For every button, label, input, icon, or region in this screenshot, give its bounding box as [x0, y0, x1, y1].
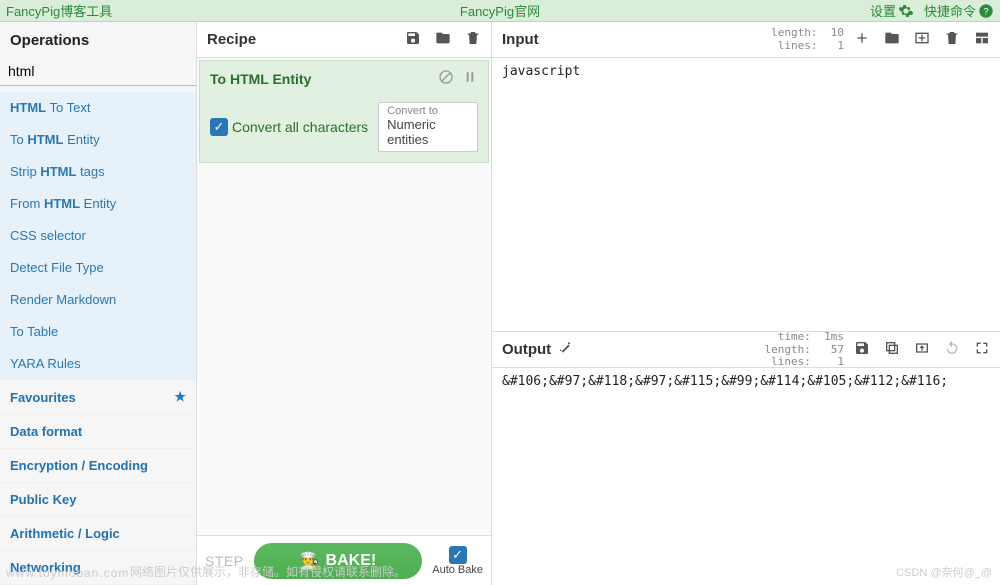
operation-result[interactable]: Render Markdown: [0, 284, 196, 316]
top-bar: FancyPig博客工具 FancyPig官网 设置 快捷命令 ?: [0, 0, 1000, 22]
maximize-icon[interactable]: [974, 340, 990, 359]
category-item[interactable]: Networking: [0, 551, 196, 585]
input-header: Input length: 10 lines: 1: [492, 22, 1000, 58]
io-panel: Input length: 10 lines: 1 javascript Out…: [492, 22, 1000, 585]
category-favourites[interactable]: Favourites ★: [0, 380, 196, 415]
star-icon: ★: [174, 389, 186, 405]
topbar-right: 设置 快捷命令 ?: [870, 1, 994, 20]
recipe-op-args: ✓ Convert all characters Convert to Nume…: [200, 96, 488, 162]
operations-title: Operations: [0, 22, 196, 57]
add-tab-icon[interactable]: [854, 30, 870, 49]
arg-convert-to-select[interactable]: Convert to Numeric entities: [378, 102, 478, 152]
checkmark-icon: ✓: [210, 118, 228, 136]
save-icon[interactable]: [405, 30, 421, 49]
save-output-icon[interactable]: [854, 340, 870, 359]
output-header: Output time: 1ms length: 57 lines: 1: [492, 332, 1000, 368]
arg-checkbox-label: Convert all characters: [232, 119, 368, 135]
recipe-body[interactable]: To HTML Entity ✓ Convert all characters …: [197, 58, 491, 535]
recipe-operation-card[interactable]: To HTML Entity ✓ Convert all characters …: [199, 60, 489, 163]
folder-icon[interactable]: [435, 30, 451, 49]
recipe-op-title-row: To HTML Entity: [200, 61, 488, 96]
operation-result[interactable]: Strip HTML tags: [0, 156, 196, 188]
settings-label: 设置: [870, 1, 896, 20]
step-button[interactable]: STEP: [205, 553, 244, 569]
input-header-icons: [854, 30, 990, 49]
clear-input-icon[interactable]: [944, 30, 960, 49]
chef-icon: 👨‍🍳: [300, 551, 320, 571]
category-item[interactable]: Data format: [0, 415, 196, 449]
output-header-icons: [854, 340, 990, 359]
recipe-panel: Recipe To HTML Entity ✓: [197, 22, 492, 585]
category-item[interactable]: Public Key: [0, 483, 196, 517]
magic-icon[interactable]: [557, 340, 573, 359]
input-textarea[interactable]: javascript: [492, 58, 1000, 331]
output-stats: time: 1ms length: 57 lines: 1: [765, 331, 844, 367]
trash-icon[interactable]: [465, 30, 481, 49]
operations-search-input[interactable]: [0, 57, 196, 86]
operation-result[interactable]: Detect File Type: [0, 252, 196, 284]
gear-icon: [898, 3, 914, 19]
recipe-header-icons: [405, 30, 481, 49]
help-icon: ?: [978, 3, 994, 19]
quick-command-link[interactable]: 快捷命令 ?: [924, 1, 994, 20]
checkmark-icon: ✓: [449, 546, 467, 564]
arg-select-value: Numeric entities: [387, 117, 469, 147]
operation-result[interactable]: HTML To Text: [0, 92, 196, 124]
topbar-left-link[interactable]: FancyPig博客工具: [6, 1, 112, 20]
topbar-center-link[interactable]: FancyPig官网: [460, 1, 540, 20]
open-folder-icon[interactable]: [884, 30, 900, 49]
category-item[interactable]: Arithmetic / Logic: [0, 517, 196, 551]
input-pane: Input length: 10 lines: 1 javascript: [492, 22, 1000, 331]
operation-result[interactable]: CSS selector: [0, 220, 196, 252]
operations-search-wrapper: [0, 57, 196, 86]
input-title: Input: [502, 31, 539, 48]
recipe-header: Recipe: [197, 22, 491, 58]
undo-icon[interactable]: [944, 340, 960, 359]
operation-result[interactable]: To Table: [0, 316, 196, 348]
settings-link[interactable]: 设置: [870, 1, 914, 20]
bake-button[interactable]: 👨‍🍳 BAKE!: [254, 543, 423, 579]
open-file-icon[interactable]: [914, 30, 930, 49]
auto-bake-toggle[interactable]: ✓ Auto Bake: [432, 546, 483, 576]
bake-row: STEP 👨‍🍳 BAKE! ✓ Auto Bake: [197, 535, 491, 585]
auto-bake-label: Auto Bake: [432, 564, 483, 576]
svg-text:?: ?: [983, 6, 988, 16]
output-pane: Output time: 1ms length: 57 lines: 1 &#1…: [492, 331, 1000, 585]
disable-icon[interactable]: [438, 69, 454, 88]
replace-input-icon[interactable]: [914, 340, 930, 359]
category-label: Favourites: [10, 390, 76, 405]
operation-result[interactable]: From HTML Entity: [0, 188, 196, 220]
operation-result[interactable]: To HTML Entity: [0, 124, 196, 156]
pause-icon[interactable]: [462, 69, 478, 88]
operations-list[interactable]: HTML To Text To HTML Entity Strip HTML t…: [0, 92, 196, 585]
bake-label: BAKE!: [326, 552, 377, 570]
operation-result[interactable]: YARA Rules: [0, 348, 196, 380]
quick-label: 快捷命令: [924, 1, 976, 20]
output-textarea[interactable]: &#106;&#97;&#118;&#97;&#115;&#99;&#114;&…: [492, 368, 1000, 585]
arg-select-label: Convert to: [387, 105, 469, 117]
arg-convert-all-checkbox[interactable]: ✓ Convert all characters: [210, 118, 368, 136]
operations-panel: Operations HTML To Text To HTML Entity S…: [0, 22, 197, 585]
reset-layout-icon[interactable]: [974, 30, 990, 49]
output-title: Output: [502, 341, 551, 358]
main-area: Operations HTML To Text To HTML Entity S…: [0, 22, 1000, 585]
recipe-op-name: To HTML Entity: [210, 71, 311, 87]
recipe-title: Recipe: [207, 31, 256, 48]
input-stats: length: 10 lines: 1: [771, 27, 844, 51]
category-item[interactable]: Encryption / Encoding: [0, 449, 196, 483]
copy-output-icon[interactable]: [884, 340, 900, 359]
